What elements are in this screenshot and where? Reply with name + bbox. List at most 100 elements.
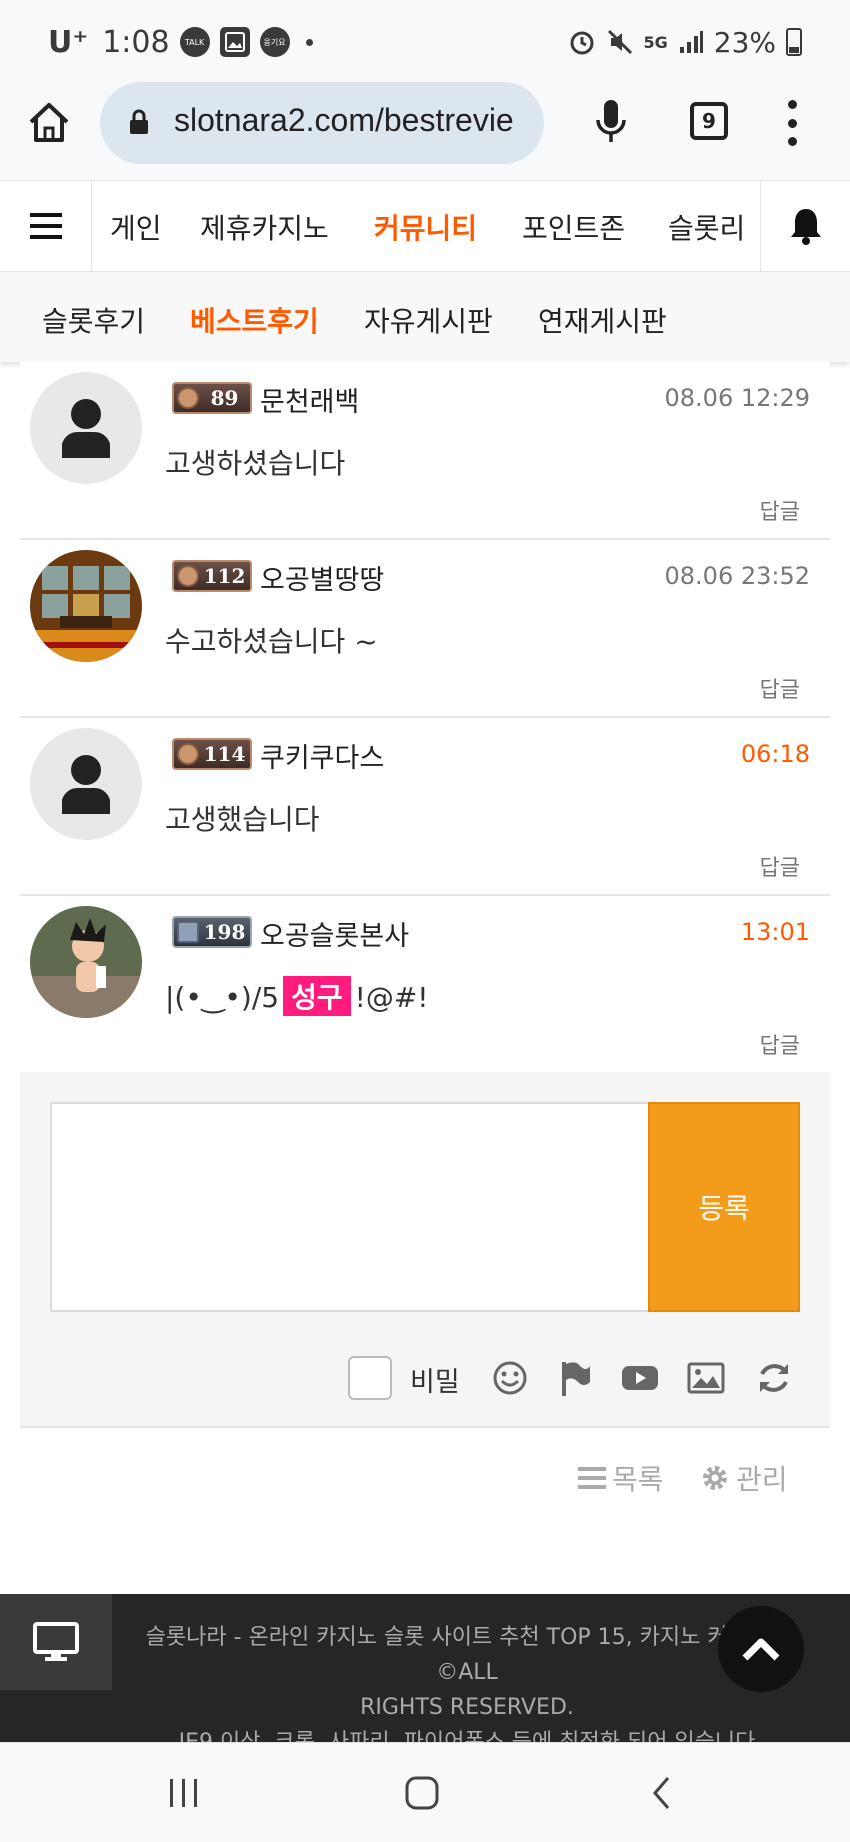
board-actions: 목록 관리	[0, 1452, 850, 1502]
home-button[interactable]	[26, 100, 72, 146]
reply-link[interactable]: 답글	[760, 494, 800, 526]
default-user-icon	[62, 399, 110, 458]
site-footer: 슬롯나라 - 온라인 카지노 슬롯 사이트 추천 TOP 15, 카지노 커뮤니…	[0, 1594, 850, 1755]
home-system-button[interactable]	[400, 1771, 444, 1815]
emoji-icon[interactable]	[490, 1358, 530, 1398]
list-button[interactable]: 목록	[578, 1458, 664, 1498]
tab-free-board[interactable]: 자유게시판	[364, 300, 493, 340]
level-emblem-icon	[177, 743, 199, 765]
comment-item: 114 쿠키쿠다스 06:18 고생했습니다 답글	[20, 718, 830, 896]
secret-checkbox[interactable]	[348, 1356, 392, 1400]
scroll-to-top-button[interactable]	[718, 1606, 804, 1692]
level-number: 114	[203, 742, 246, 766]
signal-icon	[679, 31, 703, 53]
level-badge: 114	[172, 738, 252, 770]
battery-label: 23%	[713, 25, 776, 59]
footer-line-2: RIGHTS RESERVED.	[360, 1695, 574, 1720]
bell-icon	[790, 209, 821, 245]
nav-item-community[interactable]: 커뮤니티	[374, 207, 477, 247]
comment-text: 수고하셨습니다 ~	[165, 625, 378, 658]
tab-slot-review[interactable]: 슬롯후기	[42, 300, 145, 340]
talk-icon-label: TALK	[184, 37, 205, 47]
comment-textarea[interactable]	[50, 1102, 650, 1312]
comment-date: 08.06 12:29	[664, 384, 811, 412]
status-bar: U⁺ 1:08 TALK 옹기요 5G 23%	[0, 0, 850, 82]
youtube-icon[interactable]	[620, 1358, 660, 1398]
tab-series-board[interactable]: 연재게시판	[538, 300, 667, 340]
avatar	[30, 372, 142, 484]
highlight-tag: 성구	[283, 976, 351, 1016]
manage-label: 관리	[736, 1463, 788, 1496]
nav-item-partner-casino[interactable]: 제휴카지노	[200, 207, 329, 247]
comment-author[interactable]: 문천래백	[260, 380, 359, 419]
app-icon-label: 옹기요	[263, 37, 286, 47]
nav-item-point-zone[interactable]: 포인트존	[522, 207, 625, 247]
image-icon[interactable]	[686, 1358, 726, 1398]
pc-version-button[interactable]	[0, 1594, 112, 1690]
comment-toolbar: 비밀	[20, 1352, 830, 1402]
level-emblem-icon	[177, 387, 199, 409]
hamburger-menu-icon[interactable]	[0, 181, 92, 271]
list-icon	[578, 1467, 606, 1489]
network-label: 5G	[643, 32, 668, 52]
secret-label: 비밀	[410, 1367, 460, 1398]
comment-author[interactable]: 오공슬롯본사	[260, 914, 409, 953]
url-text: slotnara2.com/bestrevie	[174, 102, 514, 138]
list-label: 목록	[612, 1463, 664, 1496]
home-square-icon	[405, 1776, 439, 1810]
site-nav-items: 게인 제휴카지노 커뮤니티 포인트존 슬롯리	[92, 181, 758, 271]
avatar	[30, 550, 142, 662]
system-navigation-bar	[0, 1742, 850, 1842]
tab-switcher-button[interactable]: 9	[690, 102, 728, 140]
level-number: 89	[210, 386, 239, 410]
browser-menu-button[interactable]	[782, 100, 802, 146]
comment-author[interactable]: 쿠키쿠다스	[260, 736, 384, 775]
submit-button[interactable]: 등록	[648, 1102, 800, 1312]
manage-button[interactable]: 관리	[700, 1458, 788, 1498]
home-icon	[29, 103, 69, 142]
level-emblem-icon	[177, 565, 199, 587]
comment-text: |(•‿•)/5 성구 !@#!	[165, 976, 429, 1016]
comment-author[interactable]: 오공별땅땅	[260, 558, 384, 597]
voice-search-button[interactable]	[592, 94, 630, 148]
alarm-icon	[570, 31, 593, 55]
app-notification-icon: 옹기요	[259, 27, 290, 57]
default-user-icon	[62, 755, 110, 814]
comment-text-prefix: |(•‿•)/5	[165, 981, 280, 1014]
site-navigation: 게인 제휴카지노 커뮤니티 포인트존 슬롯리	[0, 180, 850, 272]
status-right: 5G 23%	[568, 22, 802, 62]
comment-item: 112 오공별땅땅 08.06 23:52 수고하셨습니다 ~ 답글	[20, 540, 830, 718]
reply-link[interactable]: 답글	[760, 672, 800, 704]
reply-link[interactable]: 답글	[760, 1028, 800, 1060]
level-number: 198	[203, 920, 246, 944]
tab-best-review[interactable]: 베스트후기	[190, 300, 319, 340]
recent-apps-button[interactable]	[162, 1771, 206, 1815]
back-chevron-icon	[653, 1777, 670, 1809]
comment-date: 13:01	[740, 918, 810, 946]
refresh-icon[interactable]	[754, 1358, 794, 1398]
flag-icon[interactable]	[556, 1358, 596, 1398]
microphone-icon	[596, 100, 626, 142]
comment-form: 등록 비밀	[20, 1072, 830, 1428]
image-notification-icon	[219, 27, 250, 57]
lock-icon	[130, 109, 148, 134]
address-bar[interactable]: slotnara2.com/bestrevie	[100, 82, 544, 164]
level-emblem-icon	[177, 921, 199, 943]
nav-item-game[interactable]: 게인	[110, 207, 162, 247]
back-button[interactable]	[640, 1771, 684, 1815]
notification-button[interactable]	[760, 181, 850, 271]
reply-link[interactable]: 답글	[760, 850, 800, 882]
level-badge: 112	[172, 560, 252, 592]
footer-line-1: 슬롯나라 - 온라인 카지노 슬롯 사이트 추천 TOP 15, 카지노 커뮤니…	[145, 1625, 789, 1685]
avatar	[30, 906, 142, 1018]
slot-machine-avatar-icon	[30, 550, 142, 662]
level-number: 112	[203, 564, 246, 588]
desktop-icon	[33, 1622, 79, 1661]
more-notifications-dot	[305, 38, 313, 46]
browser-toolbar: slotnara2.com/bestrevie 9	[0, 82, 850, 180]
talk-icon: TALK	[179, 27, 210, 57]
chevron-up-icon	[742, 1638, 780, 1661]
comment-text: 고생했습니다	[165, 803, 320, 836]
nav-item-slot[interactable]: 슬롯리	[668, 207, 745, 247]
battery-icon	[786, 28, 802, 56]
